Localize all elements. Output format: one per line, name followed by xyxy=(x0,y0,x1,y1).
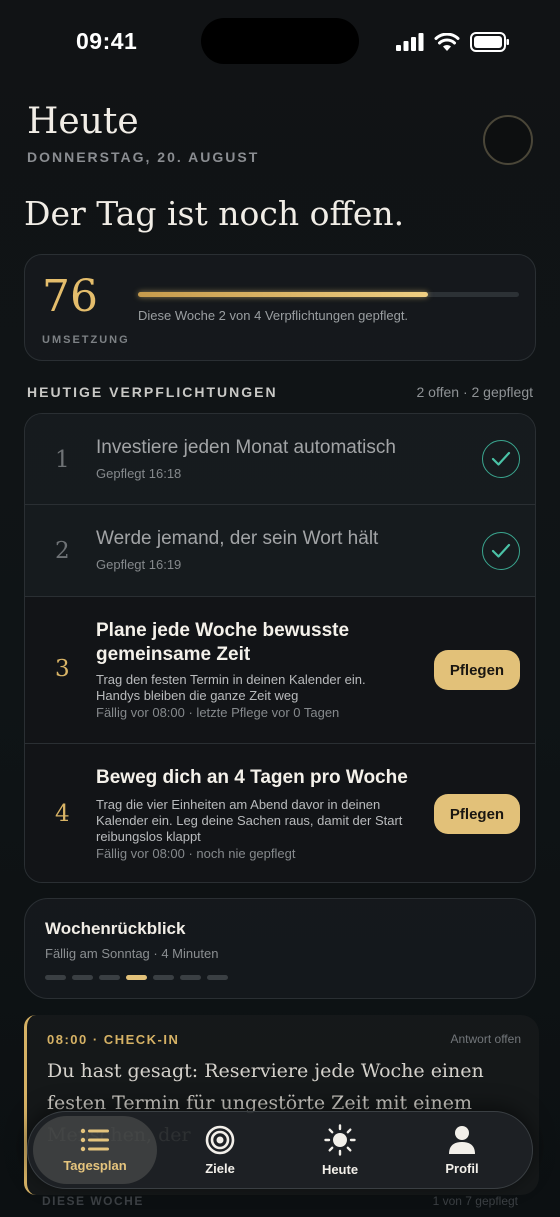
checkin-status: Antwort offen xyxy=(450,1032,522,1046)
review-step-dot xyxy=(153,975,174,980)
pflegen-button[interactable]: Pflegen xyxy=(434,650,520,690)
person-icon xyxy=(449,1125,475,1154)
sun-icon xyxy=(324,1123,356,1156)
dynamic-island xyxy=(201,18,359,64)
page-date: DONNERSTAG, 20. AUGUST xyxy=(27,149,260,165)
review-step-dot xyxy=(72,975,93,980)
commitment-title: Werde jemand, der sein Wort hält xyxy=(96,528,379,549)
commitment-row[interactable]: 1 Investiere jeden Monat automatisch Gep… xyxy=(25,414,535,505)
review-step-dot-active xyxy=(126,975,147,980)
commitment-list: 1 Investiere jeden Monat automatisch Gep… xyxy=(24,413,536,883)
tab-profil[interactable]: Profil xyxy=(400,1116,524,1184)
review-step-dot xyxy=(180,975,201,980)
tab-bar: Tagesplan Ziele Heute Profil xyxy=(27,1111,533,1189)
section-title: HEUTIGE VERPFLICHTUNGEN xyxy=(27,384,278,400)
battery-icon xyxy=(470,32,509,52)
list-icon xyxy=(80,1128,109,1151)
status-icons xyxy=(396,32,510,52)
review-title: Wochenrückblick xyxy=(45,919,186,938)
week-progress-track xyxy=(138,292,519,297)
commitment-number: 4 xyxy=(55,801,70,827)
commitment-title: Beweg dich an 4 Tagen pro Woche xyxy=(96,767,408,788)
commitment-number: 3 xyxy=(55,656,70,682)
week-progress-fill xyxy=(138,292,428,297)
week-section-label: DIESE WOCHE xyxy=(42,1194,144,1208)
checkin-label: 08:00 · CHECK-IN xyxy=(47,1032,180,1047)
week-progress-text: Diese Woche 2 von 4 Verpflichtungen gepf… xyxy=(138,308,409,323)
wifi-icon xyxy=(434,32,460,51)
review-step-dot xyxy=(45,975,66,980)
score-label: UMSETZUNG xyxy=(42,334,130,346)
commitment-due: Fällig vor 08:00 · letzte Pflege vor 0 T… xyxy=(96,705,340,720)
commitment-number: 1 xyxy=(55,447,70,473)
signal-icon xyxy=(396,33,424,51)
review-step-dot xyxy=(99,975,120,980)
commitment-due: Fällig vor 08:00 · noch nie gepflegt xyxy=(96,846,296,861)
commitment-status: Gepflegt 16:19 xyxy=(96,557,182,572)
status-time: 09:41 xyxy=(76,28,138,54)
tab-label: Tagesplan xyxy=(63,1157,127,1173)
commitment-description: Trag die vier Einheiten am Abend davor i… xyxy=(96,797,403,844)
day-headline: Der Tag ist noch offen. xyxy=(24,194,405,233)
tab-heute[interactable]: Heute xyxy=(278,1116,402,1184)
commitment-title: Investiere jeden Monat automatisch xyxy=(96,437,396,458)
target-icon xyxy=(205,1125,235,1154)
commitment-row[interactable]: 2 Werde jemand, der sein Wort hält Gepfl… xyxy=(25,505,535,597)
avatar[interactable] xyxy=(483,115,533,165)
tab-label: Heute xyxy=(321,1161,359,1177)
tab-label: Ziele xyxy=(205,1160,235,1176)
commitment-title: Plane jede Woche bewusste gemeinsame Zei… xyxy=(96,620,350,665)
week-section-meta: 1 von 7 gepflegt xyxy=(432,1194,518,1208)
review-step-indicator xyxy=(45,975,228,980)
pflegen-button[interactable]: Pflegen xyxy=(434,794,520,834)
tab-ziele[interactable]: Ziele xyxy=(158,1116,282,1184)
tab-tagesplan[interactable]: Tagesplan xyxy=(33,1116,157,1184)
score-card: 76 UMSETZUNG Diese Woche 2 von 4 Verpfli… xyxy=(24,254,536,361)
check-icon[interactable] xyxy=(482,532,520,570)
page-title: Heute xyxy=(27,101,139,142)
section-meta: 2 offen · 2 gepflegt xyxy=(416,384,534,400)
score-value: 76 xyxy=(42,271,98,322)
tab-label: Profil xyxy=(445,1160,479,1176)
commitment-row[interactable]: 4 Beweg dich an 4 Tagen pro Woche Trag d… xyxy=(25,744,535,882)
commitment-status: Gepflegt 16:18 xyxy=(96,466,182,481)
weekly-review-card[interactable]: Wochenrückblick Fällig am Sonntag · 4 Mi… xyxy=(24,898,536,999)
check-icon[interactable] xyxy=(482,440,520,478)
commitment-description: Trag den festen Termin in deinen Kalende… xyxy=(96,672,366,703)
commitment-row[interactable]: 3 Plane jede Woche bewusste gemeinsame Z… xyxy=(25,597,535,744)
commitment-number: 2 xyxy=(55,538,70,564)
review-subtitle: Fällig am Sonntag · 4 Minuten xyxy=(45,946,219,961)
review-step-dot xyxy=(207,975,228,980)
